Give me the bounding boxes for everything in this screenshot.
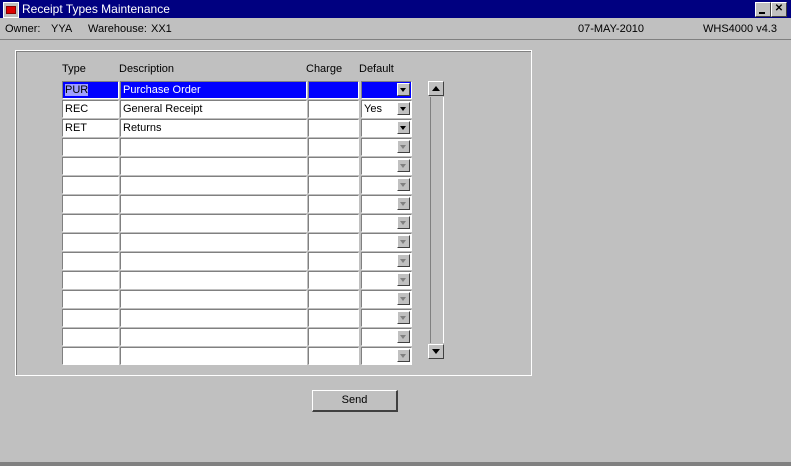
chevron-down-icon[interactable]	[397, 311, 410, 324]
charge-field[interactable]	[308, 157, 359, 175]
app-icon[interactable]	[3, 2, 19, 18]
charge-field[interactable]	[308, 271, 359, 289]
type-field[interactable]	[62, 328, 119, 346]
default-select[interactable]	[361, 138, 412, 156]
default-select[interactable]	[361, 233, 412, 251]
charge-field[interactable]	[308, 195, 359, 213]
window-title: Receipt Types Maintenance	[22, 2, 170, 16]
default-select[interactable]: Yes	[361, 100, 412, 118]
charge-field[interactable]	[308, 233, 359, 251]
charge-field[interactable]	[308, 138, 359, 156]
type-field[interactable]	[62, 271, 119, 289]
description-field[interactable]	[120, 290, 307, 308]
send-button[interactable]: Send	[312, 390, 398, 412]
description-field[interactable]	[120, 233, 307, 251]
scrollbar-track[interactable]	[430, 97, 444, 343]
chevron-down-icon[interactable]	[397, 273, 410, 286]
column-header-charge: Charge	[306, 63, 343, 75]
charge-field[interactable]	[308, 309, 359, 327]
description-field[interactable]	[120, 195, 307, 213]
default-select[interactable]	[361, 347, 412, 365]
description-field[interactable]	[120, 309, 307, 327]
charge-field[interactable]	[308, 328, 359, 346]
description-field[interactable]	[120, 214, 307, 232]
chevron-down-icon[interactable]	[397, 178, 410, 191]
type-field[interactable]	[62, 195, 119, 213]
default-select[interactable]	[361, 271, 412, 289]
chevron-down-icon[interactable]	[397, 159, 410, 172]
chevron-down-icon[interactable]	[397, 102, 410, 115]
scroll-up-icon[interactable]	[428, 81, 444, 96]
charge-field[interactable]	[308, 100, 359, 118]
default-select[interactable]	[361, 157, 412, 175]
charge-field[interactable]	[308, 119, 359, 137]
vertical-scrollbar[interactable]	[428, 81, 444, 359]
chevron-down-icon[interactable]	[397, 292, 410, 305]
chevron-down-icon[interactable]	[397, 83, 410, 96]
warehouse-value: XX1	[151, 23, 172, 35]
description-field[interactable]	[120, 271, 307, 289]
default-select[interactable]	[361, 195, 412, 213]
default-select[interactable]	[361, 290, 412, 308]
default-value: Yes	[364, 103, 382, 115]
scroll-down-icon[interactable]	[428, 344, 444, 359]
default-select[interactable]	[361, 328, 412, 346]
charge-field[interactable]	[308, 347, 359, 365]
chevron-down-icon[interactable]	[397, 235, 410, 248]
type-field[interactable]	[62, 176, 119, 194]
chevron-down-icon[interactable]	[397, 216, 410, 229]
warehouse-label: Warehouse:	[88, 23, 147, 35]
default-select[interactable]	[361, 176, 412, 194]
type-field[interactable]: PUR	[62, 81, 119, 99]
close-button[interactable]: ✕	[771, 2, 787, 17]
default-select[interactable]	[361, 252, 412, 270]
type-field[interactable]	[62, 138, 119, 156]
description-field[interactable]	[120, 328, 307, 346]
column-header-default: Default	[359, 63, 394, 75]
description-field[interactable]	[120, 138, 307, 156]
owner-label: Owner:	[5, 23, 41, 35]
owner-value: YYA	[51, 23, 73, 35]
default-select[interactable]	[361, 309, 412, 327]
column-header-description: Description	[119, 63, 175, 75]
default-select[interactable]	[361, 81, 412, 99]
title-bar: Receipt Types Maintenance ✕	[0, 0, 791, 18]
chevron-down-icon[interactable]	[397, 349, 410, 362]
default-select[interactable]	[361, 119, 412, 137]
window-bottom-edge	[0, 462, 791, 466]
description-field[interactable]: Returns	[120, 119, 307, 137]
type-field[interactable]	[62, 233, 119, 251]
chevron-down-icon[interactable]	[397, 330, 410, 343]
description-field[interactable]	[120, 347, 307, 365]
charge-field[interactable]	[308, 176, 359, 194]
charge-field[interactable]	[308, 81, 359, 99]
chevron-down-icon[interactable]	[397, 254, 410, 267]
charge-field[interactable]	[308, 290, 359, 308]
type-field[interactable]: REC	[62, 100, 119, 118]
charge-field[interactable]	[308, 214, 359, 232]
default-select[interactable]	[361, 214, 412, 232]
status-line: Owner: YYA Warehouse: XX1 07-MAY-2010 WH…	[0, 18, 791, 40]
charge-field[interactable]	[308, 252, 359, 270]
minimize-button[interactable]	[755, 2, 771, 17]
type-field[interactable]	[62, 252, 119, 270]
program-version: WHS4000 v4.3	[703, 23, 777, 35]
description-field[interactable]: General Receipt	[120, 100, 307, 118]
chevron-down-icon[interactable]	[397, 121, 410, 134]
chevron-down-icon[interactable]	[397, 140, 410, 153]
status-date: 07-MAY-2010	[578, 23, 645, 35]
description-field[interactable]: Purchase Order	[120, 81, 307, 99]
type-field[interactable]	[62, 157, 119, 175]
description-field[interactable]	[120, 176, 307, 194]
type-field[interactable]	[62, 347, 119, 365]
description-field[interactable]	[120, 157, 307, 175]
type-field[interactable]: RET	[62, 119, 119, 137]
column-header-type: Type	[62, 63, 86, 75]
chevron-down-icon[interactable]	[397, 197, 410, 210]
type-field[interactable]	[62, 309, 119, 327]
description-field[interactable]	[120, 252, 307, 270]
type-field[interactable]	[62, 290, 119, 308]
type-field[interactable]	[62, 214, 119, 232]
